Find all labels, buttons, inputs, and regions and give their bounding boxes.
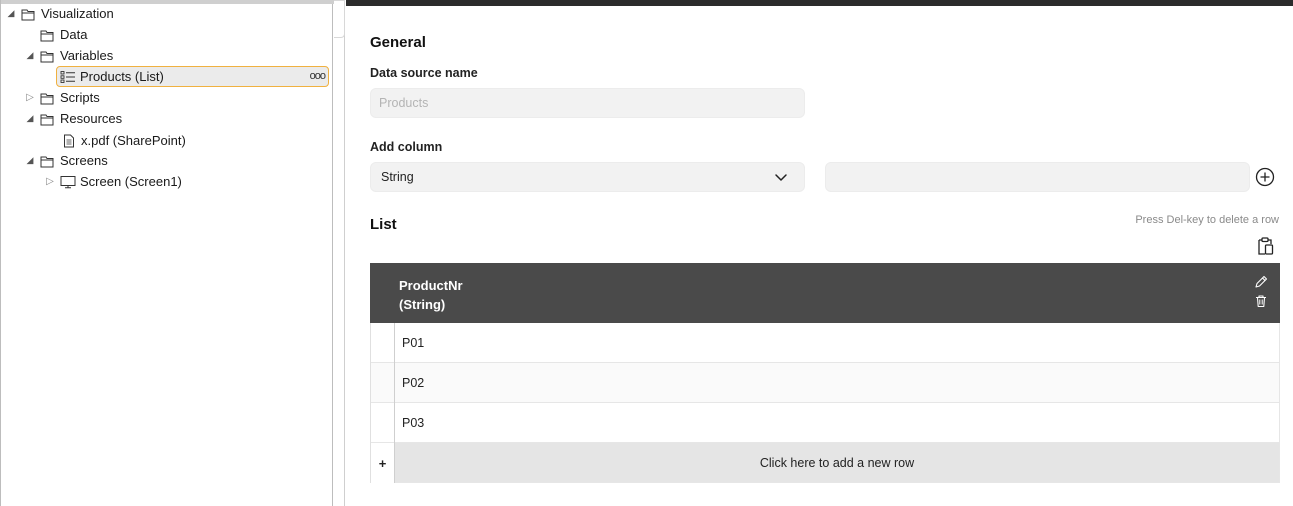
tree-item-screens[interactable]: ◢ Screens [25,150,108,171]
tree-item-label: Data [60,27,88,42]
tree-item-resources[interactable]: ◢ Resources [25,108,123,129]
editor-top-bar [346,0,1293,6]
table-cell[interactable]: P03 [395,403,1280,442]
tree-item-scripts[interactable]: ▷ Scripts [25,87,100,108]
variable-editor: General Data source name Products Add co… [346,0,1293,506]
tree-item-label: Products (List) [80,69,164,84]
tree-item-screen1[interactable]: ▷ Screen (Screen1) [45,171,182,192]
delete-column-icon[interactable] [1254,294,1268,308]
datasource-name-label: Data source name [370,66,478,80]
add-column-icon[interactable] [1255,167,1275,187]
column-type-select[interactable]: String [370,162,805,192]
tree-item-label: Screens [60,153,108,168]
folder-icon [21,7,37,21]
column-type: (String) [399,297,446,312]
folder-icon [40,91,56,105]
folder-icon [40,49,56,63]
expanded-arrow-icon[interactable]: ◢ [25,155,35,166]
list-heading: List [370,216,397,233]
column-name: ProductNr [399,278,463,293]
collapsed-arrow-icon[interactable]: ▷ [25,92,35,103]
folder-icon [40,154,56,168]
panel-splitter[interactable] [334,0,345,506]
row-gutter[interactable] [370,323,395,363]
explorer-tree-panel: ◢ Visualization Data ◢ Variables Product… [0,0,334,506]
expanded-arrow-icon[interactable]: ◢ [25,113,35,124]
table-cell[interactable]: P01 [395,323,1280,362]
table-row[interactable]: P02 [370,363,1280,403]
monitor-icon [60,175,76,189]
splitter-handle[interactable] [334,0,345,38]
column-name-input[interactable] [825,162,1250,192]
tree-item-x-pdf[interactable]: x.pdf (SharePoint) [61,130,186,151]
edit-column-icon[interactable] [1254,275,1268,289]
add-column-label: Add column [370,140,443,154]
tree-item-data[interactable]: Data [40,24,87,45]
folder-icon [40,112,56,126]
datasource-name-input[interactable]: Products [370,88,805,118]
table-cell[interactable]: P02 [395,363,1280,402]
tree-item-variables[interactable]: ◢ Variables [25,45,114,66]
general-heading: General [370,34,426,51]
add-row-plus[interactable]: + [370,443,395,483]
tree-item-products-list[interactable]: Products (List) ooo [56,66,329,87]
table-row[interactable]: P01 [370,323,1280,363]
paste-icon[interactable] [1255,236,1275,256]
chevron-down-icon [775,174,787,181]
delete-row-hint: Press Del-key to delete a row [1135,214,1279,226]
tree-item-visualization[interactable]: ◢ Visualization [6,3,114,24]
tree-item-label: Screen (Screen1) [80,174,182,189]
row-gutter[interactable] [370,403,395,443]
tree-item-label: Visualization [41,6,114,21]
more-options-icon[interactable]: ooo [310,70,326,82]
expanded-arrow-icon[interactable]: ◢ [6,8,16,19]
tree-item-label: Resources [60,111,123,126]
column-header-productnr[interactable]: ProductNr (String) [399,276,463,314]
list-icon [60,70,76,84]
column-type-value: String [381,170,414,184]
table-header: ProductNr (String) [370,263,1280,323]
table-row[interactable]: P03 [370,403,1280,443]
tree-item-label: Variables [60,48,114,63]
expanded-arrow-icon[interactable]: ◢ [25,50,35,61]
tree-item-label: Scripts [60,90,100,105]
add-row-button[interactable]: + Click here to add a new row [370,443,1280,483]
row-gutter[interactable] [370,363,395,403]
folder-icon [40,28,56,42]
collapsed-arrow-icon[interactable]: ▷ [45,176,55,187]
tree-item-label: x.pdf (SharePoint) [81,133,186,148]
add-row-label[interactable]: Click here to add a new row [395,443,1280,482]
list-table: ProductNr (String) P01 P02 P03 + Click h… [370,263,1280,483]
document-icon [61,134,77,148]
